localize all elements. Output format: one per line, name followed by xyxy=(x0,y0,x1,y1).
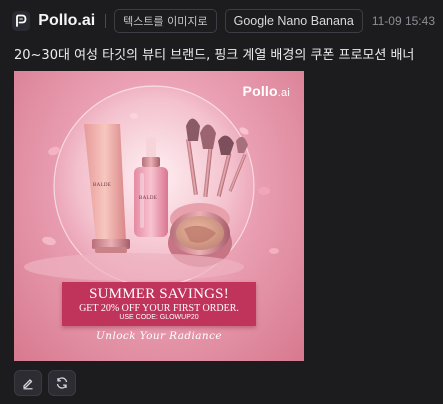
model-chip[interactable]: Google Nano Banana xyxy=(224,9,363,33)
app-name: Pollo.ai xyxy=(38,12,96,29)
regenerate-button[interactable] xyxy=(48,370,76,396)
regenerate-icon xyxy=(56,377,68,389)
banner-offer: GET 20% OFF YOUR FIRST ORDER. xyxy=(79,302,239,314)
mode-chip[interactable]: 텍스트를 이미지로 xyxy=(114,9,217,33)
image-watermark: Pollo.ai xyxy=(243,83,290,99)
watermark-suffix: .ai xyxy=(277,87,290,99)
tube-label: BALDE xyxy=(93,183,112,188)
edit-button[interactable] xyxy=(14,370,42,396)
timestamp: 11-09 15:43 xyxy=(371,14,435,28)
watermark-text: Pollo xyxy=(242,83,278,99)
banner-code: USE CODE: GLOWUP20 xyxy=(119,313,199,321)
image-tagline: Unlock Your Radiance xyxy=(96,330,222,342)
image-actions xyxy=(14,370,76,396)
generated-image[interactable]: Pollo.ai BALDE BALDE SUMMER SAVINGS! GET… xyxy=(14,71,304,361)
message-header: Pollo.ai 텍스트를 이미지로 Google Nano Banana 11… xyxy=(12,8,435,34)
header-divider xyxy=(105,14,107,28)
bottle-label: BALDE xyxy=(139,196,158,201)
banner-title: SUMMER SAVINGS! xyxy=(89,285,229,302)
prompt-text: 20~30대 여성 타깃의 뷰티 브랜드, 핑크 계열 배경의 쿠폰 프로모션 … xyxy=(14,48,415,63)
promo-banner: SUMMER SAVINGS! GET 20% OFF YOUR FIRST O… xyxy=(62,282,256,326)
pollo-logo-icon xyxy=(12,11,31,31)
edit-icon xyxy=(23,379,33,390)
